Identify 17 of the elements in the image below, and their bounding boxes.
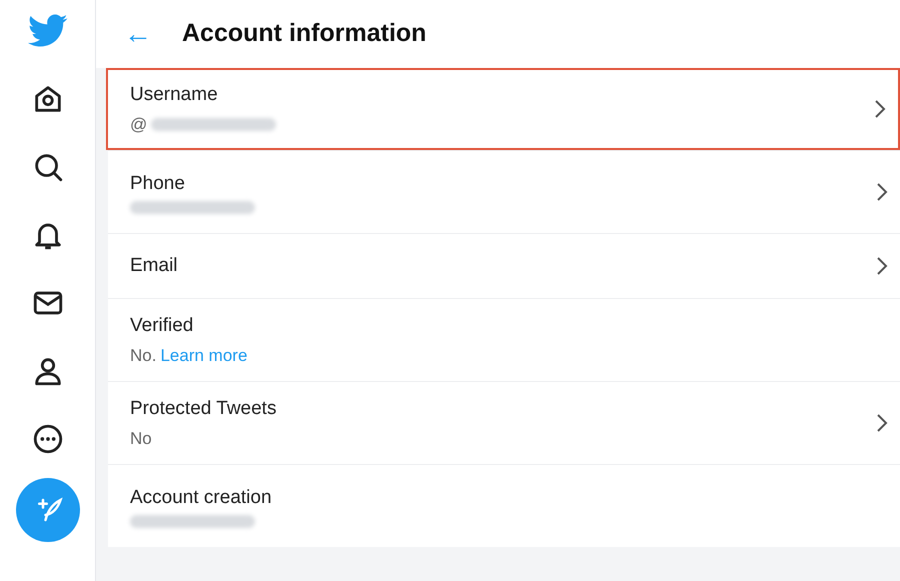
row-title: Account creation <box>130 486 273 510</box>
row-title: Protected Tweets <box>130 396 278 420</box>
setting-row[interactable]: Protected Tweets No <box>108 382 900 464</box>
bird-logo-icon[interactable] <box>28 14 68 48</box>
row-value: No. <box>130 345 156 367</box>
row-title: Username <box>130 82 219 106</box>
setting-row[interactable]: Username @ <box>106 68 900 150</box>
setting-row[interactable]: Phone <box>108 151 900 233</box>
row-value: @ <box>130 114 148 136</box>
setting-row[interactable]: Email <box>108 234 900 298</box>
row-value: No <box>130 428 152 450</box>
row-title: Verified <box>130 314 194 338</box>
row-title: Email <box>130 254 179 278</box>
row-title: Phone <box>130 172 186 196</box>
setting-row[interactable]: Account creation <box>108 465 900 547</box>
page-title: Account information <box>182 18 426 50</box>
setting-row[interactable]: Verified No. Learn more <box>108 299 900 381</box>
